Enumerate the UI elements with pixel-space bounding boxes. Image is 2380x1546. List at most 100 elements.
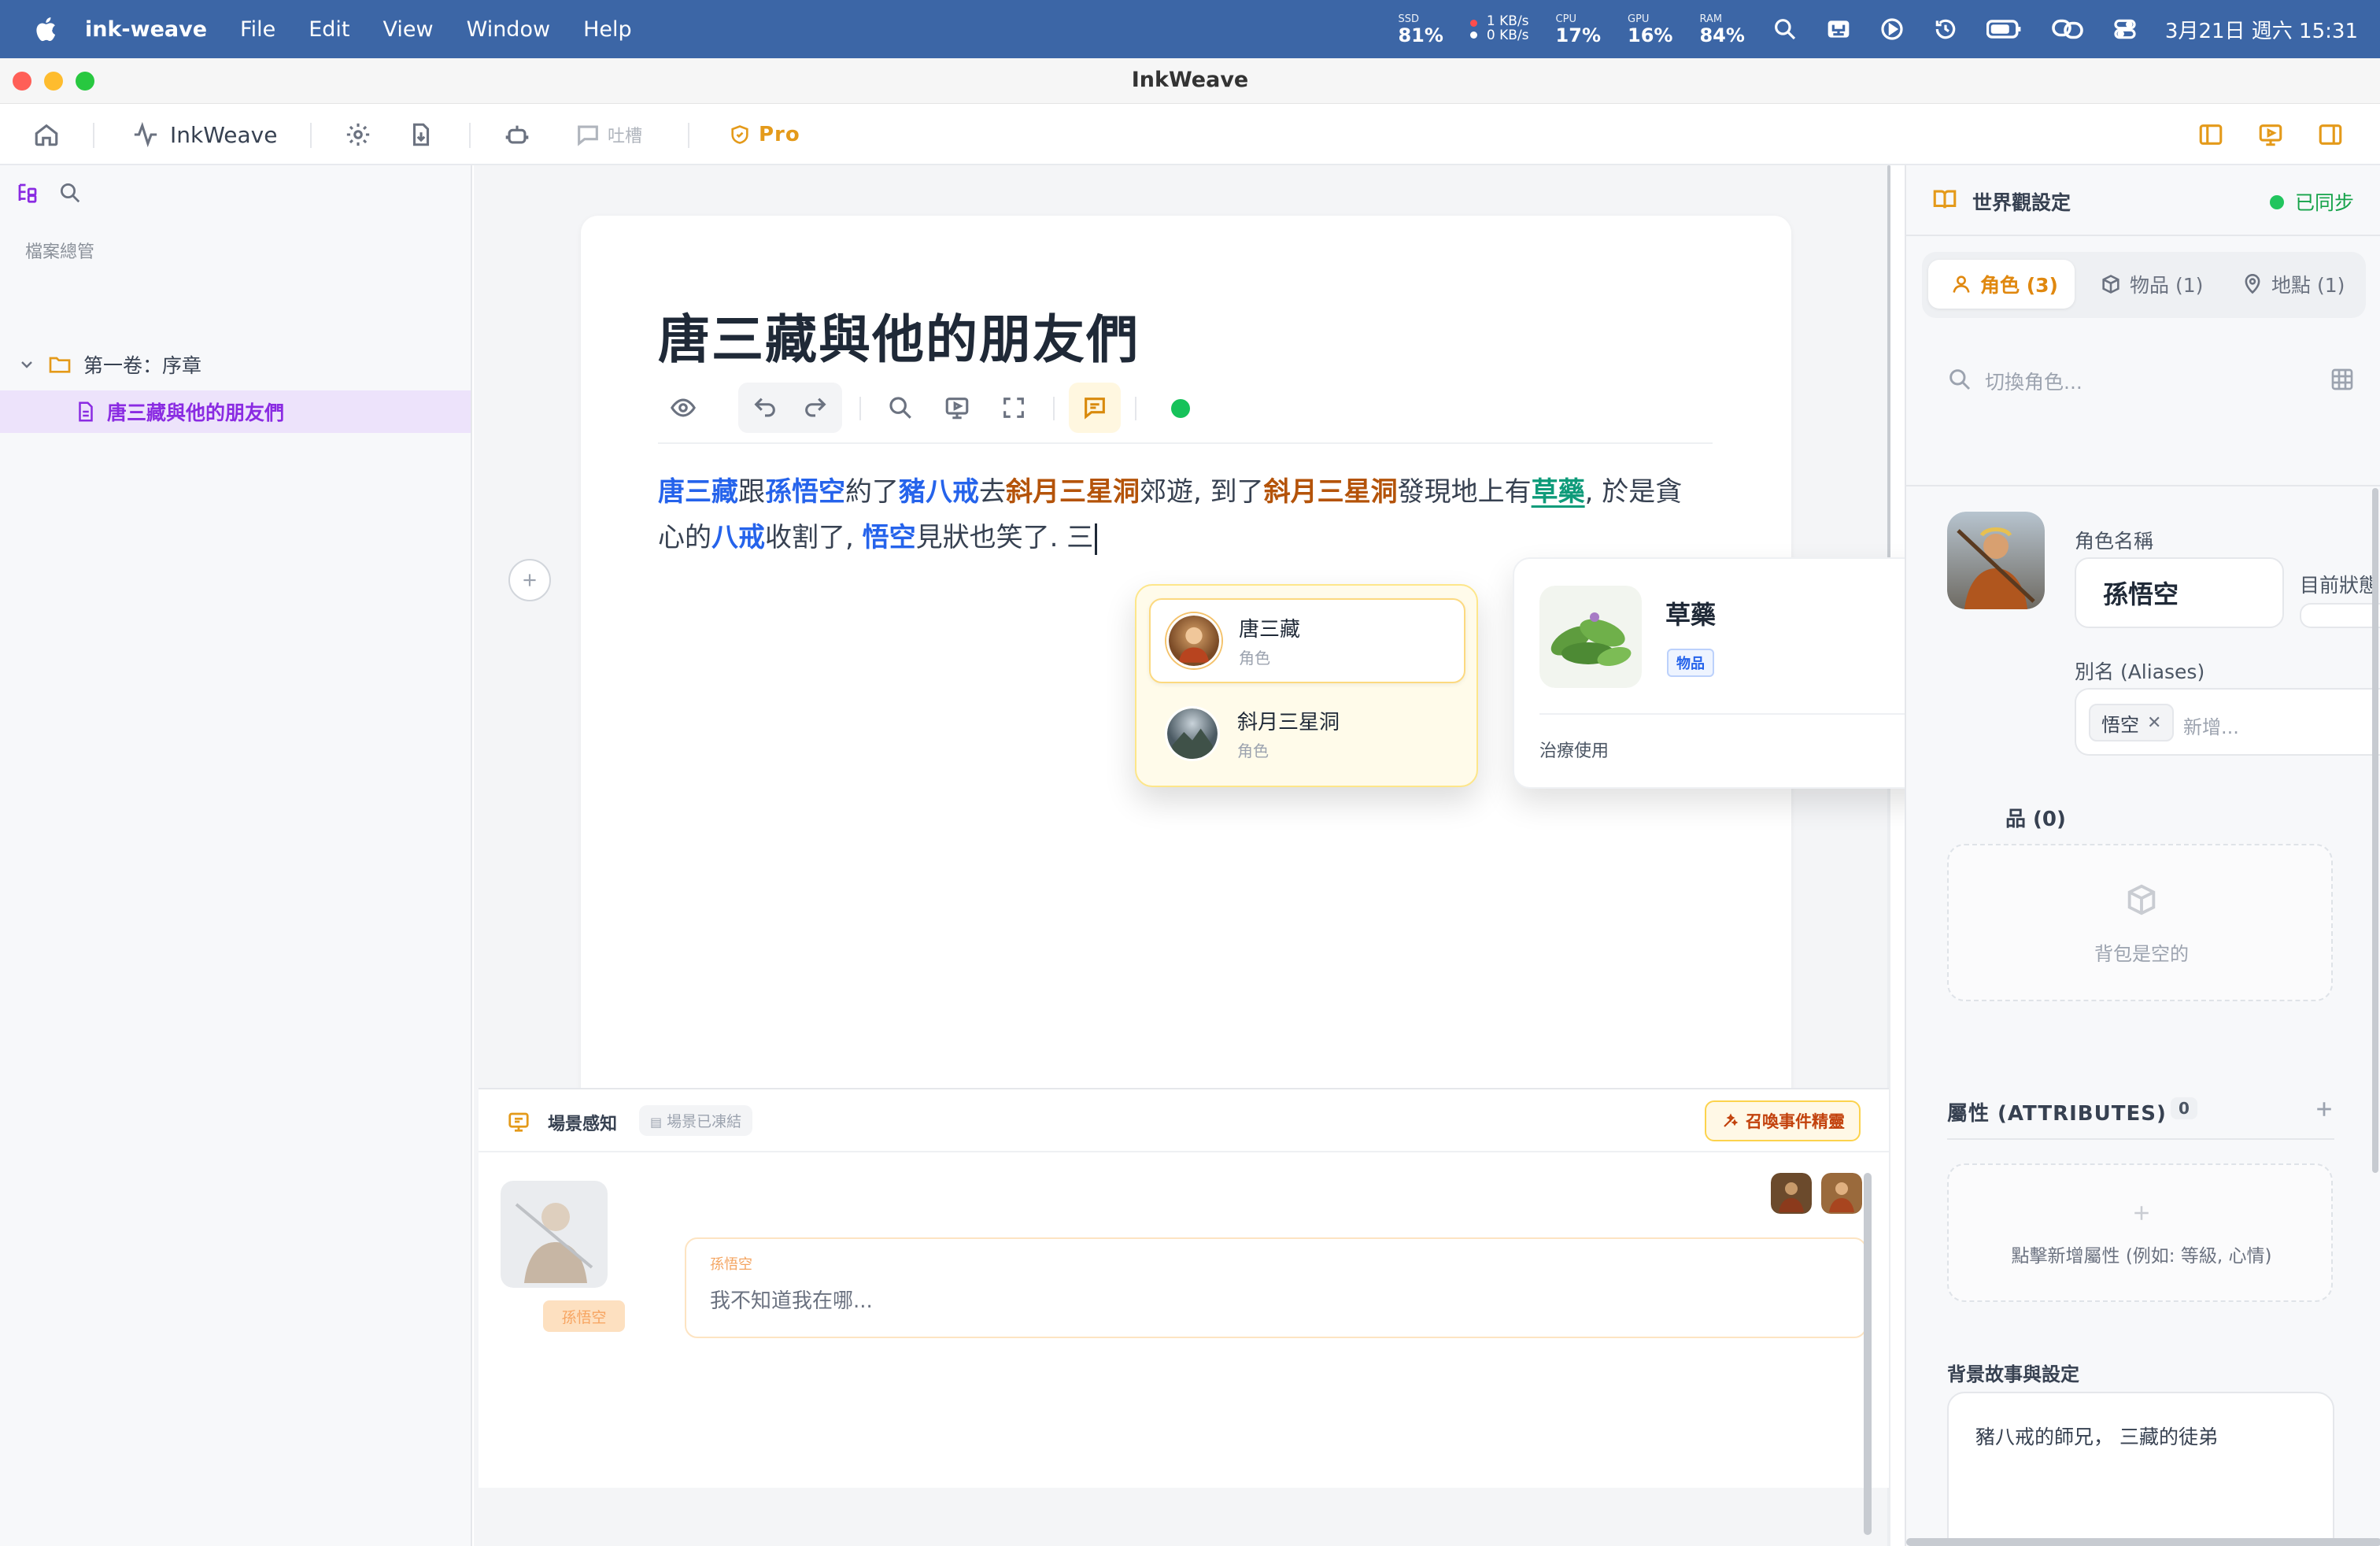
robot-icon xyxy=(505,125,529,144)
character-mention[interactable]: 唐三藏 xyxy=(658,476,738,508)
toolbar-divider xyxy=(310,123,312,148)
play-icon[interactable] xyxy=(1879,16,1905,43)
tab-characters[interactable]: 角色 (3) xyxy=(1928,260,2075,309)
menu-bar: ink-weave File Edit View Window Help SSD… xyxy=(0,0,2380,58)
participant-avatar[interactable] xyxy=(1771,1173,1812,1214)
participant-avatar[interactable] xyxy=(1821,1173,1862,1214)
alias-input[interactable]: 新增... xyxy=(2183,712,2239,739)
menu-help[interactable]: Help xyxy=(583,17,632,42)
add-attribute-icon[interactable] xyxy=(2312,1097,2336,1121)
present-button[interactable] xyxy=(932,383,982,433)
mention-option[interactable]: 斜月三星洞 角色 xyxy=(1149,691,1465,776)
app-menu[interactable]: ink-weave xyxy=(85,17,207,42)
menu-file[interactable]: File xyxy=(240,17,275,42)
dialogue-box[interactable]: 孫悟空 我不知道我在哪... xyxy=(685,1237,1867,1338)
ai-assistant-button[interactable] xyxy=(504,104,530,165)
character-switcher[interactable]: 切換角色... xyxy=(1922,337,2366,425)
chat-icon xyxy=(1085,398,1105,420)
file-tree-tab[interactable] xyxy=(16,181,39,208)
body-text: 收割了, xyxy=(765,522,863,553)
item-description: 治療使用 xyxy=(1539,742,1609,761)
input-method-icon[interactable] xyxy=(1825,16,1852,43)
apple-icon[interactable] xyxy=(33,15,57,43)
app-toolbar: InkWeave 吐槽 Pro xyxy=(0,104,2380,165)
ssd-label: SSD xyxy=(1398,13,1419,25)
tab-items[interactable]: 物品 (1) xyxy=(2079,260,2221,309)
cpu-stat[interactable]: CPU 17% xyxy=(1556,14,1601,45)
remove-alias-icon[interactable]: ✕ xyxy=(2147,713,2161,733)
time-machine-icon[interactable] xyxy=(1932,16,1959,43)
document-body[interactable]: 唐三藏跟孫悟空約了豬八戒去斜月三星洞郊遊, 到了斜月三星洞發現地上有草藥, 於是… xyxy=(658,469,1697,560)
fullscreen-button[interactable] xyxy=(989,383,1039,433)
tree-folder[interactable]: 第一卷：序章 xyxy=(0,343,471,386)
summon-event-button[interactable]: 召喚事件精靈 xyxy=(1705,1100,1861,1141)
app-title-button[interactable]: InkWeave xyxy=(132,104,277,165)
tab-label: 物品 (1) xyxy=(2130,274,2204,297)
screen-mirror-icon[interactable] xyxy=(2050,16,2085,43)
item-mention[interactable]: 草藥 xyxy=(1532,476,1585,508)
herb-image xyxy=(1539,586,1642,688)
home-button[interactable] xyxy=(33,104,60,165)
menu-view[interactable]: View xyxy=(383,17,434,42)
menu-edit[interactable]: Edit xyxy=(309,17,349,42)
editor-scrollbar[interactable] xyxy=(1887,165,1890,559)
character-mention[interactable]: 孫悟空 xyxy=(765,476,845,508)
menu-window[interactable]: Window xyxy=(467,17,550,42)
scene-scrollbar[interactable] xyxy=(1864,1173,1872,1535)
toggle-scene-panel-button[interactable] xyxy=(2257,104,2284,165)
aliases-field[interactable]: 悟空 ✕ 新增... xyxy=(2075,688,2380,756)
feedback-button[interactable]: 吐槽 xyxy=(575,104,642,165)
backstory-textarea[interactable]: 豬八戒的師兄， 三藏的徒弟 xyxy=(1947,1392,2334,1546)
panel-divider xyxy=(1906,485,2380,486)
file-icon xyxy=(79,401,93,422)
character-mention[interactable]: 豬八戒 xyxy=(899,476,979,508)
character-search-input[interactable]: 切換角色... xyxy=(1985,367,2082,395)
ram-stat[interactable]: RAM 84% xyxy=(1699,14,1744,45)
spotlight-search-icon[interactable] xyxy=(1772,16,1798,43)
toggle-left-panel-button[interactable] xyxy=(2197,104,2224,165)
comment-icon xyxy=(578,125,598,146)
document-title[interactable]: 唐三藏與他的朋友們 xyxy=(658,298,1140,373)
location-mention[interactable]: 斜月三星洞 xyxy=(1264,476,1398,508)
tab-label: 地點 (1) xyxy=(2271,274,2345,297)
scene-character-portrait[interactable] xyxy=(501,1181,608,1288)
control-center-icon[interactable] xyxy=(2112,16,2138,43)
network-stat[interactable]: 1 KB/s 0 KB/s xyxy=(1469,14,1529,43)
location-mention[interactable]: 斜月三星洞 xyxy=(1006,476,1140,508)
ssd-stat[interactable]: SSD 81% xyxy=(1398,14,1443,45)
mention-option[interactable]: 唐三藏 角色 xyxy=(1149,598,1465,683)
clock[interactable]: 3月21日 週六 15:31 xyxy=(2165,15,2358,44)
character-portrait[interactable] xyxy=(1947,512,2045,609)
world-settings-panel: 世界觀設定 已同步 角色 (3) 物品 (1) 地點 (1) 切換角色... 角… xyxy=(1905,165,2380,1546)
character-name-input[interactable]: 孫悟空 xyxy=(2075,557,2284,628)
toggle-right-panel-button[interactable] xyxy=(2317,104,2344,165)
aliases-label: 別名 (Aliases) xyxy=(2075,660,2205,683)
export-button[interactable] xyxy=(408,104,434,165)
settings-button[interactable] xyxy=(345,104,371,165)
character-mention[interactable]: 悟空 xyxy=(863,522,916,553)
tab-locations[interactable]: 地點 (1) xyxy=(2226,260,2361,309)
folder-icon xyxy=(49,357,71,373)
character-mention[interactable]: 八戒 xyxy=(711,522,765,553)
grid-icon[interactable] xyxy=(2330,367,2355,392)
battery-icon[interactable] xyxy=(1986,16,2023,43)
pro-button[interactable]: Pro xyxy=(729,104,800,165)
undo-button[interactable] xyxy=(740,383,790,433)
find-button[interactable] xyxy=(875,383,926,433)
add-block-button[interactable] xyxy=(508,559,551,601)
panel-scrollbar[interactable] xyxy=(2372,488,2378,1173)
preview-button[interactable] xyxy=(658,383,708,433)
attributes-empty-box[interactable]: 點擊新增屬性 (例如: 等級, 心情) xyxy=(1947,1163,2333,1302)
alias-chip[interactable]: 悟空 ✕ xyxy=(2089,704,2175,742)
comments-button[interactable] xyxy=(1069,383,1121,433)
file-search-tab[interactable] xyxy=(58,181,82,208)
status-select[interactable] xyxy=(2300,603,2380,628)
gpu-stat[interactable]: GPU 16% xyxy=(1628,14,1672,45)
panel-horizontal-scrollbar[interactable] xyxy=(1906,1538,2380,1546)
tree-file[interactable]: 唐三藏與他的朋友們 xyxy=(0,390,471,433)
gpu-label: GPU xyxy=(1628,13,1650,25)
chevron-down-icon[interactable] xyxy=(17,355,36,374)
toolbar-divider xyxy=(1135,397,1136,420)
redo-button[interactable] xyxy=(790,383,841,433)
plus-icon xyxy=(523,574,536,586)
